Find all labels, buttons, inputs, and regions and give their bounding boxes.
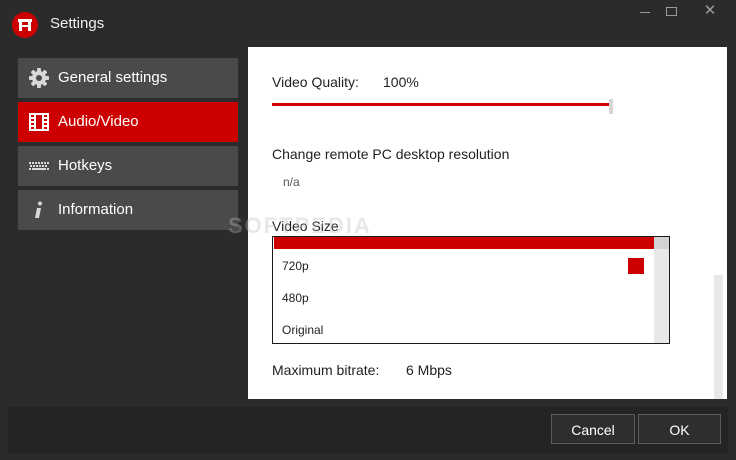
video-quality-slider[interactable] <box>272 103 612 106</box>
resolution-value: n/a <box>283 175 300 189</box>
sidebar-item-hotkeys[interactable]: Hotkeys <box>18 146 238 186</box>
video-size-list[interactable]: 720p 480p Original <box>272 236 670 344</box>
sidebar-item-audio-video[interactable]: Audio/Video <box>18 102 238 142</box>
ok-button[interactable]: OK <box>638 414 721 444</box>
keyboard-icon <box>29 162 49 170</box>
sidebar-item-information[interactable]: Information <box>18 190 238 230</box>
resolution-label: Change remote PC desktop resolution <box>272 146 510 162</box>
minimize-icon[interactable] <box>632 4 658 18</box>
settings-panel: Video Quality: 100% Change remote PC des… <box>248 47 710 399</box>
panel-scrollbar[interactable] <box>710 47 727 399</box>
panel-scrollbar-thumb[interactable] <box>714 275 723 399</box>
sidebar-item-label: Information <box>58 201 134 218</box>
sidebar-item-general-settings[interactable]: General settings <box>18 58 238 98</box>
video-quality-value: 100% <box>383 74 419 90</box>
sidebar-item-label: General settings <box>58 69 168 86</box>
video-size-option-original[interactable]: Original <box>282 323 323 337</box>
window-title: Settings <box>50 15 105 32</box>
cancel-button[interactable]: Cancel <box>551 414 635 444</box>
video-quality-slider-handle[interactable] <box>609 99 613 114</box>
bitrate-label: Maximum bitrate: <box>272 362 380 378</box>
video-size-option-720p[interactable]: 720p <box>282 259 309 273</box>
maximize-icon[interactable] <box>658 4 684 18</box>
video-size-option-480p[interactable]: 480p <box>282 291 309 305</box>
checked-indicator-icon <box>628 258 644 274</box>
sidebar-item-label: Audio/Video <box>58 113 139 130</box>
close-icon[interactable]: ✕ <box>690 3 730 18</box>
list-scrollbar-button[interactable] <box>654 237 669 249</box>
gear-icon <box>29 68 49 88</box>
video-quality-label: Video Quality: <box>272 74 359 90</box>
bitrate-value: 6 Mbps <box>406 362 452 378</box>
title-bar: Settings ✕ <box>0 0 736 48</box>
info-icon <box>35 201 42 218</box>
sidebar-item-label: Hotkeys <box>58 157 113 174</box>
film-icon <box>29 113 49 131</box>
video-size-label: Video Size <box>272 218 339 234</box>
selected-row-highlight <box>274 237 654 249</box>
app-logo-icon <box>12 12 38 38</box>
list-scrollbar[interactable] <box>654 237 669 343</box>
